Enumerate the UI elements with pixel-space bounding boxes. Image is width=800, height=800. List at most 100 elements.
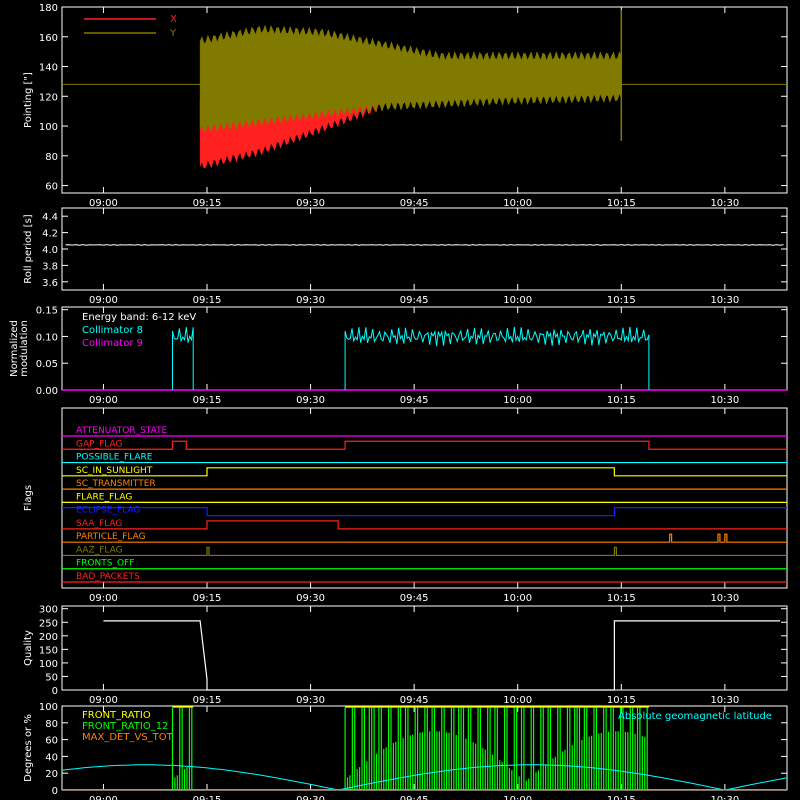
flags-xtick-label: 09:15 bbox=[193, 593, 222, 604]
flag-label-sc_in_sunlight: SC_IN_SUNLIGHT bbox=[76, 466, 153, 476]
pointing-ylabel: Pointing ["] bbox=[23, 72, 34, 128]
pointing-ytick-label: 120 bbox=[39, 92, 58, 103]
quality-line bbox=[103, 620, 781, 691]
ratios-ytick-label: 100 bbox=[39, 702, 58, 713]
flag-label-bad_packets: BAD_PACKETS bbox=[76, 572, 140, 582]
roll_period-xtick-label: 10:30 bbox=[710, 295, 739, 306]
modulation-xtick-label: 09:45 bbox=[400, 395, 429, 406]
pointing-xtick-label: 10:00 bbox=[503, 198, 532, 209]
pointing-ytick-label: 60 bbox=[45, 182, 58, 193]
roll_period-ylabel: Roll period [s] bbox=[23, 214, 34, 283]
roll_period-xtick-label: 09:15 bbox=[193, 295, 222, 306]
pointing-xtick-label: 09:15 bbox=[193, 198, 222, 209]
flag-label-eclipse_flag: ECLIPSE_FLAG bbox=[76, 506, 140, 516]
flag-label-possible_flare: POSSIBLE_FLARE bbox=[76, 453, 153, 463]
modulation-ylabel: modulation bbox=[19, 320, 30, 377]
energy-band-annotation: Energy band: 6-12 keV bbox=[82, 312, 196, 323]
pointing-ytick-label: 140 bbox=[39, 63, 58, 74]
flag-label-gap_flag: GAP_FLAG bbox=[76, 439, 122, 449]
pointing-ytick-label: 80 bbox=[45, 152, 58, 163]
roll_period-xtick-label: 09:30 bbox=[296, 295, 325, 306]
flag-label-aaz_flag: AAZ_FLAG bbox=[76, 545, 123, 555]
flag-line-aaz_flag bbox=[62, 546, 787, 557]
modulation-xtick-label: 10:30 bbox=[710, 395, 739, 406]
flag-label-saa_flag: SAA_FLAG bbox=[76, 519, 122, 529]
roll_period-ytick-label: 4.2 bbox=[42, 229, 58, 240]
quality-xtick-label: 10:15 bbox=[607, 695, 636, 706]
pointing-xtick-label: 09:45 bbox=[400, 198, 429, 209]
modulation-ytick-label: 0.05 bbox=[36, 359, 58, 370]
legend-ratio-0: FRONT_RATIO bbox=[82, 710, 151, 721]
quality-frame bbox=[61, 605, 788, 691]
pointing-xtick-label: 10:30 bbox=[710, 198, 739, 209]
quality-ytick-label: 0 bbox=[52, 686, 58, 697]
flag-line-eclipse_flag bbox=[62, 507, 787, 517]
modulation-ytick-label: 0.15 bbox=[36, 306, 58, 317]
ratios-xtick-label: 10:30 bbox=[710, 795, 739, 800]
pointing-xtick-label: 10:15 bbox=[607, 198, 636, 209]
modulation-ytick-label: 0.00 bbox=[36, 386, 58, 397]
legend-y-label: Y bbox=[169, 28, 177, 39]
ratios-xtick-label: 09:15 bbox=[193, 795, 222, 800]
quality-xtick-label: 09:15 bbox=[193, 695, 222, 706]
flags-ylabel: Flags bbox=[23, 485, 34, 511]
roll_period-frame bbox=[61, 207, 788, 291]
pointing-xtick-label: 09:30 bbox=[296, 198, 325, 209]
roll_period-xtick-label: 09:45 bbox=[400, 295, 429, 306]
roll_period-ytick-label: 4.0 bbox=[42, 245, 58, 256]
legend-x-label: X bbox=[170, 14, 177, 25]
pointing-ytick-label: 180 bbox=[39, 3, 58, 14]
legend-collimator-9: Collimator 9 bbox=[82, 338, 143, 349]
modulation-ytick-label: 0.10 bbox=[36, 332, 58, 343]
flag-label-particle_flag: PARTICLE_FLAG bbox=[76, 532, 146, 542]
flag-label-fronts_off: FRONTS_OFF bbox=[76, 559, 134, 569]
quality-ytick-label: 50 bbox=[45, 672, 58, 683]
pointing-ytick-label: 100 bbox=[39, 122, 58, 133]
flag-line-particle_flag bbox=[62, 533, 787, 543]
ratios-xtick-label: 09:00 bbox=[89, 795, 118, 800]
ratios-ytick-label: 40 bbox=[45, 752, 58, 763]
roll_period-xtick-label: 10:00 bbox=[503, 295, 532, 306]
modulation-xtick-label: 09:00 bbox=[89, 395, 118, 406]
collimator-8-segment bbox=[344, 326, 650, 391]
flags-xtick-label: 10:00 bbox=[503, 593, 532, 604]
ratios-ytick-label: 0 bbox=[52, 786, 58, 797]
flags-xtick-label: 09:45 bbox=[400, 593, 429, 604]
legend-ratio-2: MAX_DET_VS_TOT bbox=[82, 732, 174, 743]
modulation-xtick-label: 10:00 bbox=[503, 395, 532, 406]
ratios-xtick-label: 10:00 bbox=[503, 795, 532, 800]
pointing-ytick-label: 160 bbox=[39, 33, 58, 44]
roll_period-xtick-label: 09:00 bbox=[89, 295, 118, 306]
roll_period-ytick-label: 4.4 bbox=[42, 212, 58, 223]
ratios-ytick-label: 80 bbox=[45, 719, 58, 730]
legend-collimator-8: Collimator 8 bbox=[82, 325, 143, 336]
modulation-xtick-label: 09:15 bbox=[193, 395, 222, 406]
pointing-xtick-label: 09:00 bbox=[89, 198, 118, 209]
quality-xtick-label: 10:30 bbox=[710, 695, 739, 706]
quality-ytick-label: 250 bbox=[39, 618, 58, 629]
roll_period-ytick-label: 3.6 bbox=[42, 278, 58, 289]
figure: 09:00 09:15 09:30 09:45 10:00 10:15 10:30 60 80 1… bbox=[9, 3, 788, 800]
quality-xtick-label: 09:00 bbox=[89, 695, 118, 706]
quality-xtick-label: 09:30 bbox=[296, 695, 325, 706]
ratios-ytick-label: 20 bbox=[45, 769, 58, 780]
flag-line-gap_flag bbox=[62, 440, 787, 450]
flag-label-attenuator_state: ATTENUATOR_STATE bbox=[76, 426, 168, 436]
flag-line-sc_in_sunlight bbox=[62, 467, 787, 477]
flags-xtick-label: 09:30 bbox=[296, 593, 325, 604]
quality-ytick-label: 300 bbox=[39, 605, 58, 616]
flag-label-sc_transmitter: SC_TRANSMITTER bbox=[76, 479, 156, 489]
flags-xtick-label: 10:15 bbox=[607, 593, 636, 604]
quality-ytick-label: 100 bbox=[39, 659, 58, 670]
quality-xtick-label: 10:00 bbox=[503, 695, 532, 706]
roll-period-line bbox=[65, 244, 784, 246]
legend-ratio-1: FRONT_RATIO_12 bbox=[82, 721, 168, 732]
collimator-8-segment bbox=[171, 327, 194, 391]
ratios-xtick-label: 09:45 bbox=[400, 795, 429, 800]
quality-xtick-label: 09:45 bbox=[400, 695, 429, 706]
ratios-ytick-label: 60 bbox=[45, 736, 58, 747]
roll_period-xtick-label: 10:15 bbox=[607, 295, 636, 306]
flags-frame bbox=[61, 407, 788, 589]
modulation-xtick-label: 10:15 bbox=[607, 395, 636, 406]
flag-line-saa_flag bbox=[62, 520, 787, 530]
